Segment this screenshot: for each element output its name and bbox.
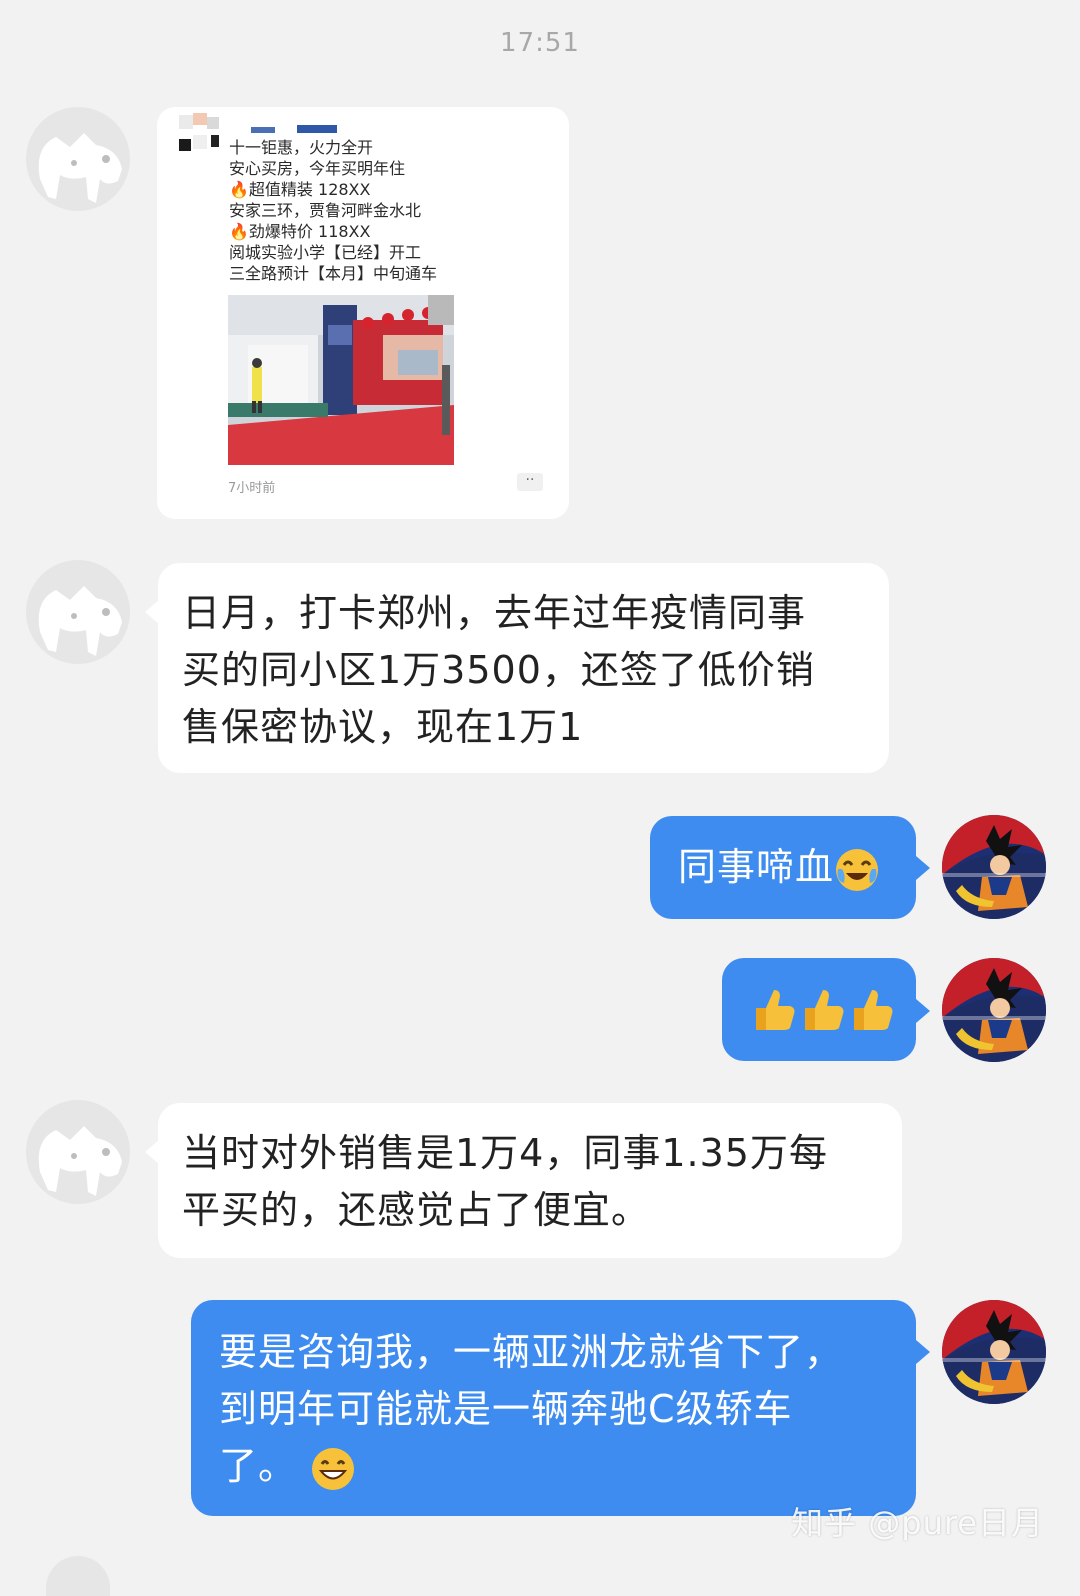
card-line: 阅城实验小学【已经】开工 bbox=[229, 243, 422, 262]
bubble-tail bbox=[916, 1340, 930, 1364]
message-line: 了。 bbox=[219, 1444, 298, 1488]
user-avatar[interactable] bbox=[942, 1300, 1046, 1404]
thumbs-up-icon bbox=[756, 990, 893, 1030]
card-text: 十一钜惠，火力全开 安心买房，今年买明年住 🔥超值精装 128XX 安家三环，贾… bbox=[229, 137, 437, 284]
message-line: 平买的，还感觉占了便宜。 bbox=[182, 1188, 651, 1232]
dog-avatar-icon bbox=[26, 1100, 130, 1204]
contact-avatar[interactable] bbox=[26, 107, 130, 211]
goku-avatar-icon bbox=[942, 815, 1046, 919]
message-bubble-incoming[interactable]: 日月，打卡郑州，去年过年疫情同事 买的同小区1万3500，还签了低价销 售保密协… bbox=[158, 563, 889, 773]
card-line: 🔥超值精装 128XX bbox=[229, 180, 371, 199]
card-line: 安心买房，今年买明年住 bbox=[229, 159, 406, 178]
user-avatar[interactable] bbox=[942, 815, 1046, 919]
goku-avatar-icon bbox=[942, 1300, 1046, 1404]
message-text: 要是咨询我，一辆亚洲龙就省下了， 到明年可能就是一辆奔驰C级轿车 了。 bbox=[219, 1324, 916, 1495]
dog-avatar-icon bbox=[26, 560, 130, 664]
grinning-face-icon bbox=[312, 1447, 355, 1490]
message-bubble-outgoing[interactable] bbox=[722, 958, 916, 1061]
sales-office-photo[interactable] bbox=[228, 295, 454, 465]
contact-avatar-partial bbox=[46, 1556, 110, 1596]
user-avatar[interactable] bbox=[942, 958, 1046, 1062]
message-text: 日月，打卡郑州，去年过年疫情同事 买的同小区1万3500，还签了低价销 售保密协… bbox=[182, 585, 867, 756]
card-line: 安家三环，贾鲁河畔金水北 bbox=[229, 201, 422, 220]
message-text: 当时对外销售是1万4，同事1.35万每 平买的，还感觉占了便宜。 bbox=[182, 1125, 902, 1239]
card-line: 十一钜惠，火力全开 bbox=[229, 138, 374, 157]
message-line: 买的同小区1万3500，还签了低价销 bbox=[182, 648, 815, 692]
message-text: 同事啼血 bbox=[678, 839, 916, 896]
bubble-tail bbox=[916, 999, 930, 1023]
contact-avatar[interactable] bbox=[26, 1100, 130, 1204]
bubble-tail bbox=[916, 856, 930, 880]
message-line: 售保密协议，现在1万1 bbox=[182, 705, 584, 749]
chat-timestamp: 17:51 bbox=[500, 28, 580, 58]
goku-avatar-icon bbox=[942, 958, 1046, 1062]
shared-moment-card[interactable]: 十一钜惠，火力全开 安心买房，今年买明年住 🔥超值精装 128XX 安家三环，贾… bbox=[157, 107, 569, 519]
more-button[interactable]: ·· bbox=[517, 473, 543, 491]
bubble-tail bbox=[145, 600, 159, 624]
message-line: 日月，打卡郑州，去年过年疫情同事 bbox=[182, 591, 807, 635]
zhihu-watermark: 知乎 @pure日月 bbox=[791, 1504, 1044, 1542]
message-line: 要是咨询我，一辆亚洲龙就省下了， bbox=[219, 1330, 844, 1374]
message-bubble-outgoing[interactable]: 同事啼血 bbox=[650, 816, 916, 919]
card-line: 三全路预计【本月】中旬通车 bbox=[229, 264, 438, 283]
message-line: 同事啼血 bbox=[678, 845, 835, 889]
card-time: 7小时前 bbox=[228, 481, 276, 496]
dog-avatar-icon bbox=[26, 107, 130, 211]
message-bubble-outgoing[interactable]: 要是咨询我，一辆亚洲龙就省下了， 到明年可能就是一辆奔驰C级轿车 了。 bbox=[191, 1300, 916, 1516]
message-line: 到明年可能就是一辆奔驰C级轿车 bbox=[219, 1387, 793, 1431]
message-line: 当时对外销售是1万4，同事1.35万每 bbox=[182, 1131, 828, 1175]
contact-avatar[interactable] bbox=[26, 560, 130, 664]
message-bubble-incoming[interactable]: 当时对外销售是1万4，同事1.35万每 平买的，还感觉占了便宜。 bbox=[158, 1103, 902, 1258]
bubble-tail bbox=[145, 1140, 159, 1164]
crying-laughing-icon bbox=[836, 848, 879, 891]
card-line: 🔥劲爆特价 118XX bbox=[229, 222, 371, 241]
